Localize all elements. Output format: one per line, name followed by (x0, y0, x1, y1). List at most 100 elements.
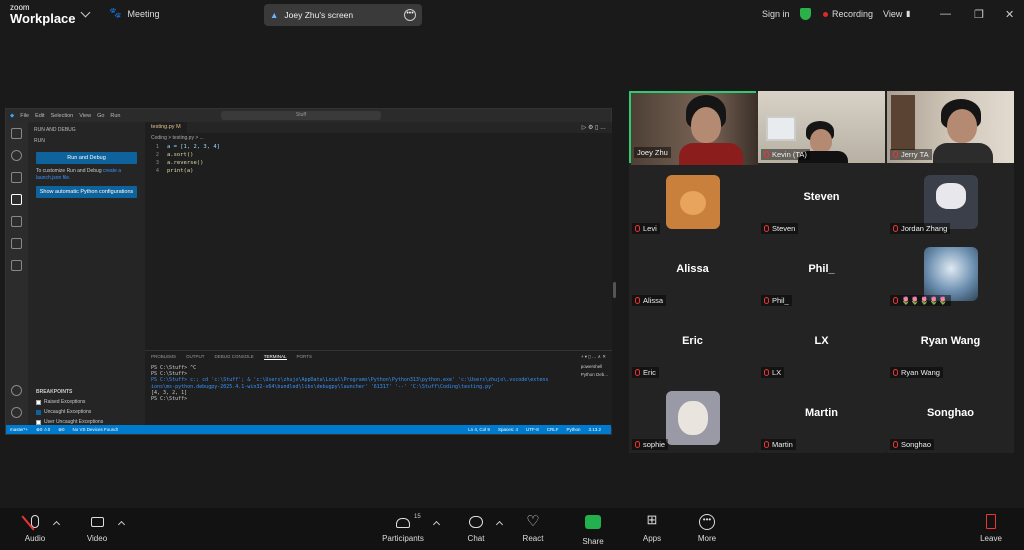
participant-tile[interactable]: Levi (629, 165, 756, 237)
participant-tile[interactable]: Jordan Zhang (887, 165, 1014, 237)
branch-status[interactable]: master*+ (10, 427, 28, 432)
minimize-icon[interactable]: — (940, 8, 951, 20)
devices-status[interactable]: No VS Devices Found! (72, 427, 118, 432)
extensions-icon[interactable] (11, 216, 22, 227)
sign-in-link[interactable]: Sign in (762, 9, 790, 19)
tab-terminal[interactable]: TERMINAL (263, 354, 287, 360)
tab-testing-py[interactable]: testing.py M (145, 122, 187, 133)
status-bar: master*+ ⊗0 ⚠0 ⊗0 No VS Devices Found! L… (6, 425, 611, 434)
settings-gear-icon[interactable] (11, 407, 22, 418)
show-python-configs-button[interactable]: Show automatic Python configurations (36, 186, 137, 198)
more-options-icon[interactable]: ••• (404, 9, 416, 21)
participant-tile[interactable]: 🌷🌷🌷🌷🌷 (887, 237, 1014, 309)
source-control-icon[interactable] (11, 172, 22, 183)
chat-button[interactable]: Chat (451, 512, 501, 543)
terminal-output[interactable]: PS C:\Stuff> ^C PS C:\Stuff> PS C:\Stuff… (145, 363, 555, 404)
breakpoints-title[interactable]: BREAKPOINTS (28, 387, 145, 397)
menu-selection[interactable]: Selection (51, 113, 74, 119)
account-icon[interactable] (11, 385, 22, 396)
participant-tile[interactable]: Kevin (TA) (758, 91, 885, 163)
audio-label: Audio (24, 534, 46, 543)
panel-actions-icon[interactable]: + ▾ ▯ … ∧ ✕ (581, 354, 606, 360)
participant-tile[interactable]: Joey Zhu (629, 91, 758, 165)
apps-button[interactable]: ⊞ Apps (627, 512, 677, 543)
mic-muted-icon (764, 369, 769, 376)
code-editor[interactable]: testing.py M ▷ ⚙ ▯ … Coding > testing.py… (145, 122, 612, 350)
run-file-icon[interactable]: ▷ ⚙ ▯ … (582, 124, 612, 131)
participant-tile[interactable]: Ryan Wang Ryan Wang (887, 309, 1014, 381)
checkbox-checked[interactable] (36, 409, 41, 415)
menu-file[interactable]: File (20, 113, 29, 119)
search-icon[interactable] (11, 150, 22, 161)
participant-tile[interactable]: LX LX (758, 309, 885, 381)
audio-button[interactable]: Audio (10, 512, 60, 543)
leave-button[interactable]: Leave (966, 512, 1016, 543)
checkbox[interactable] (36, 399, 41, 405)
ports-status[interactable]: ⊗0 (58, 427, 64, 433)
checkbox[interactable] (36, 419, 41, 425)
more-button[interactable]: ••• More (682, 512, 732, 543)
tab-problems[interactable]: PROBLEMS (151, 354, 176, 360)
code-line: 2 a.sort() (145, 151, 612, 159)
share-button[interactable]: Share (568, 512, 618, 546)
tab-output[interactable]: OUTPUT (186, 354, 205, 360)
participant-tile[interactable]: Jerry TA (887, 91, 1014, 163)
explorer-icon[interactable] (11, 128, 22, 139)
cursor-position[interactable]: Ln 4, Col 9 (468, 427, 490, 432)
participant-name: Ryan Wang (901, 368, 940, 377)
more-dots-icon: ••• (682, 512, 732, 532)
tab-ports[interactable]: PORTS (297, 354, 312, 360)
breakpoint-raised[interactable]: Raised Exceptions (28, 397, 145, 407)
maximize-icon[interactable]: ❐ (974, 8, 984, 21)
remote-icon[interactable] (11, 260, 22, 271)
line-number: 3 (155, 160, 159, 166)
video-person-shirt (933, 143, 993, 163)
view-button[interactable]: View (883, 9, 902, 19)
encoding-status[interactable]: UTF-8 (526, 427, 539, 432)
menu-go[interactable]: Go (97, 113, 104, 119)
terminal-panel: PROBLEMS OUTPUT DEBUG CONSOLE TERMINAL P… (145, 350, 612, 427)
chevron-down-icon[interactable] (80, 7, 91, 18)
screen-share-pill[interactable]: ▲ Joey Zhu's screen ••• (264, 4, 422, 26)
python-version-status[interactable]: 3.13.2 (588, 427, 601, 432)
participant-tile[interactable]: Phil_ Phil_ (758, 237, 885, 309)
problems-status[interactable]: ⊗0 ⚠0 (36, 427, 50, 433)
run-debug-icon[interactable] (11, 194, 22, 205)
run-section-title[interactable]: RUN (28, 138, 145, 149)
view-icon[interactable]: ▮ (906, 9, 910, 18)
participant-name-tag: LX (761, 367, 785, 378)
participant-tile[interactable]: Steven Steven (758, 165, 885, 237)
robot-avatar (924, 175, 978, 229)
menu-view[interactable]: View (79, 113, 91, 119)
menu-edit[interactable]: Edit (35, 113, 44, 119)
code-lines[interactable]: 1 a = [1, 2, 3, 4] 2 a.sort() 3 a.reverse()… (145, 143, 612, 175)
testing-icon[interactable] (11, 238, 22, 249)
indent-status[interactable]: Spaces: 4 (498, 427, 518, 432)
participant-tile[interactable]: Martin Martin (758, 381, 885, 453)
breadcrumb[interactable]: Coding > testing.py > ... (145, 133, 612, 143)
vscode-logo-icon: ◆ (10, 112, 15, 119)
eol-status[interactable]: CRLF (547, 427, 559, 432)
tab-debug-console[interactable]: DEBUG CONSOLE (215, 354, 254, 360)
split-resize-handle[interactable] (613, 282, 616, 298)
meeting-info-button[interactable]: 🐾 Meeting (109, 8, 159, 19)
participant-display-name: Steven (803, 191, 840, 203)
participant-tile[interactable]: sophie (629, 381, 756, 453)
shield-icon[interactable] (800, 8, 811, 20)
command-search[interactable]: Stuff (221, 111, 381, 120)
language-status[interactable]: Python (566, 427, 580, 432)
close-icon[interactable]: ✕ (1005, 8, 1014, 21)
react-button[interactable]: ♡ React (508, 512, 558, 543)
terminal-item[interactable]: Python Deb... (581, 371, 608, 379)
breakpoint-uncaught[interactable]: Uncaught Exceptions (28, 407, 145, 417)
menu-run[interactable]: Run (110, 113, 120, 119)
participant-tile[interactable]: Eric Eric (629, 309, 756, 381)
terminal-item[interactable]: powershell (581, 363, 608, 371)
participant-tile[interactable]: Songhao Songhao (887, 381, 1014, 453)
recording-indicator[interactable]: Recording (823, 9, 873, 19)
video-button[interactable]: Video (72, 512, 122, 543)
heart-icon: ♡ (526, 513, 540, 530)
participants-options-caret-icon[interactable] (432, 520, 441, 529)
run-and-debug-button[interactable]: Run and Debug (36, 152, 137, 164)
participant-tile[interactable]: Alissa Alissa (629, 237, 756, 309)
